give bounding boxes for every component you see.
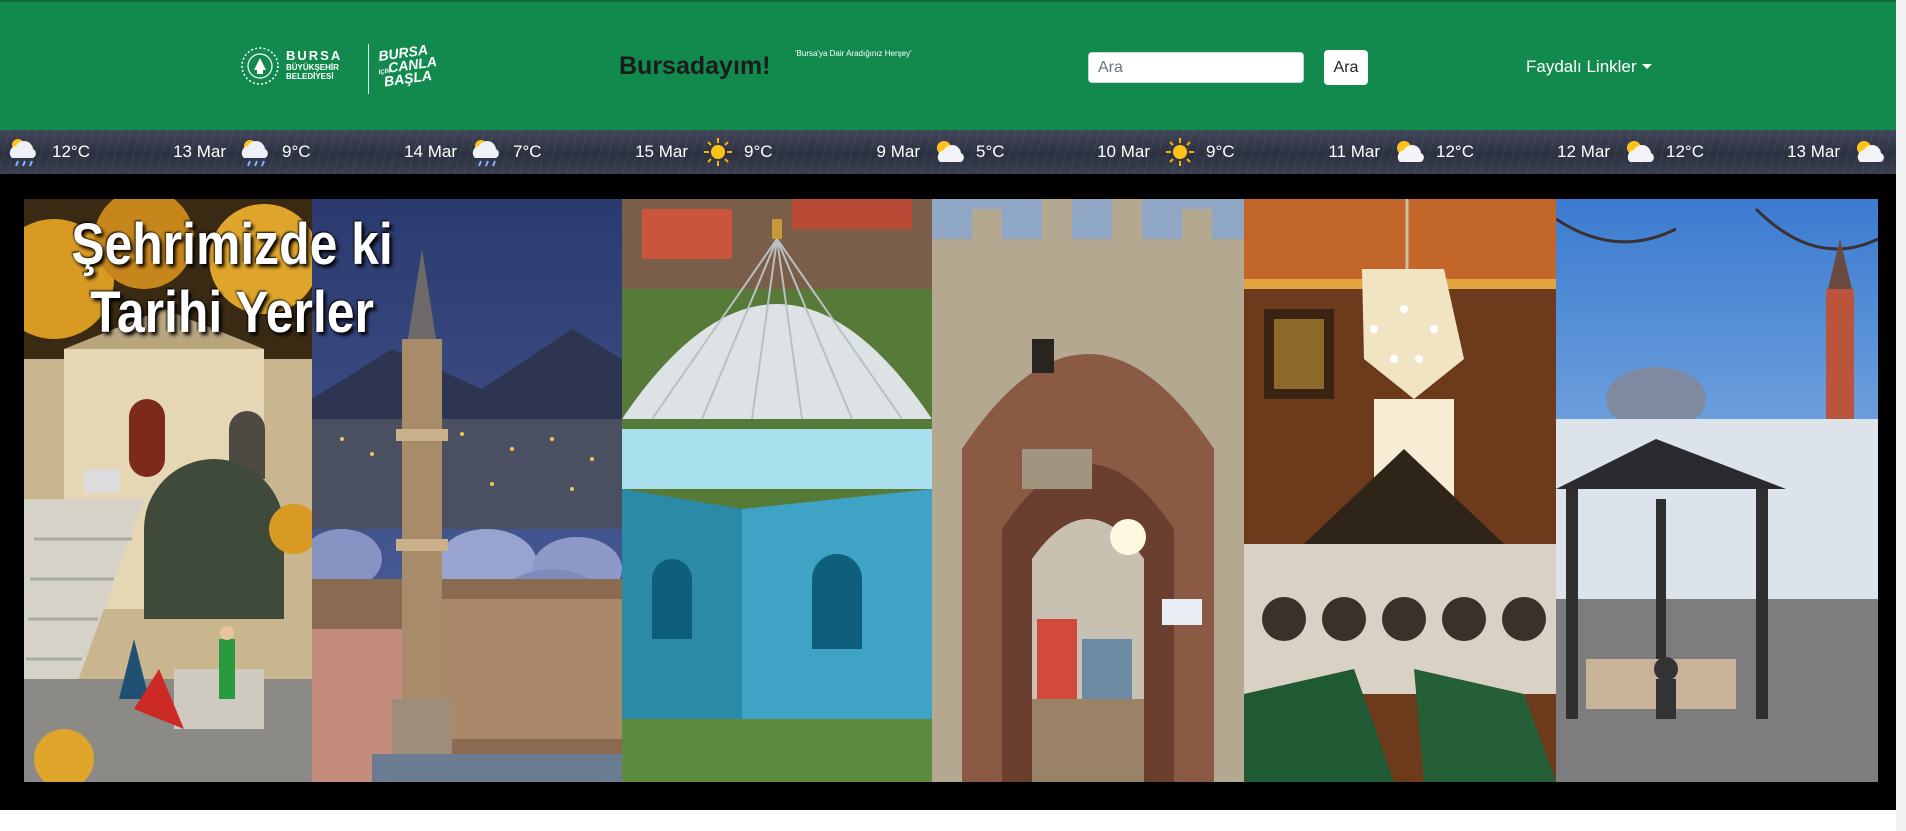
weather-date: 13 Mar	[1787, 142, 1840, 161]
site-brand[interactable]: Bursadayım!	[619, 52, 770, 81]
cloud-sun-icon	[1390, 136, 1430, 168]
bursa-seal-icon	[241, 47, 279, 85]
useful-links-label: Faydalı Linkler	[1526, 57, 1637, 76]
cloud-sun-icon	[1850, 136, 1890, 168]
caret-down-icon	[1641, 64, 1652, 69]
search-button[interactable]: Ara	[1324, 50, 1368, 85]
logo-slogan: BURSA İÇİN CANLA BAŞLA	[377, 41, 440, 89]
search-input[interactable]	[1088, 52, 1304, 83]
page-scrollbar[interactable]	[1896, 0, 1906, 831]
weather-date: 14 Mar	[404, 142, 457, 161]
cloud-sun-rain-icon	[467, 136, 507, 168]
weather-date: 15 Mar	[635, 142, 688, 161]
cloud-sun-icon	[930, 136, 970, 168]
weather-date: 12 Mar	[1557, 142, 1610, 161]
green-tomb-illustration	[622, 199, 932, 782]
weather-date: 13 Mar	[173, 142, 226, 161]
weather-date: 11 Mar	[1328, 142, 1380, 161]
weather-temp: 7°C	[513, 142, 542, 161]
hero-banner: Şehrimizde ki Tarihi Yerler	[0, 174, 1906, 810]
sun-icon	[698, 136, 738, 168]
weather-temp: 9°C	[1206, 142, 1235, 161]
logo-divider	[368, 44, 369, 94]
logo-org-name: BURSA	[286, 48, 343, 63]
cloud-rain-icon	[6, 136, 46, 168]
fountain-illustration	[1556, 199, 1878, 782]
hero-title-line-1: Şehrimizde ki	[71, 212, 393, 277]
hero-collage[interactable]: Şehrimizde ki Tarihi Yerler	[24, 199, 1878, 782]
photo-stone-castle-gate	[932, 199, 1244, 782]
weather-temp: 12°C	[1436, 142, 1474, 161]
weather-temp: 12°C	[1666, 142, 1704, 161]
weather-temp: 5°C	[976, 142, 1005, 161]
weather-temp: 9°C	[282, 142, 311, 161]
slogan-small: İÇİN	[378, 68, 392, 77]
weather-temp: 9°C	[744, 142, 773, 161]
cloud-sun-rain-icon	[236, 136, 276, 168]
weather-temp: 12°C	[52, 142, 90, 161]
photo-mosque-fountain-courtyard	[1556, 199, 1878, 782]
site-tagline: 'Bursa'ya Dair Aradığınız Herşey'	[795, 49, 912, 58]
sun-icon	[1160, 136, 1200, 168]
bursa-municipality-logo[interactable]: BURSA BÜYÜKŞEHİR BELEDİYESİ BURSA İÇİN C…	[240, 40, 460, 96]
useful-links-dropdown[interactable]: Faydalı Linkler	[1526, 57, 1652, 77]
weather-date: 10 Mar	[1097, 142, 1150, 161]
weather-date: 9 Mar	[876, 142, 920, 161]
logo-org-subtitle: BÜYÜKŞEHİR BELEDİYESİ	[286, 63, 339, 81]
photo-tomb-interior-chandelier	[1244, 199, 1556, 782]
hero-title-line-2: Tarihi Yerler	[90, 280, 374, 345]
top-navbar: BURSA BÜYÜKŞEHİR BELEDİYESİ BURSA İÇİN C…	[0, 0, 1906, 130]
photo-green-tomb-dome	[622, 199, 932, 782]
castle-gate-illustration	[932, 199, 1244, 782]
cloud-sun-icon	[1620, 136, 1660, 168]
weather-ticker: r12°C13 Mar9°C14 Mar7°C15 Mar9°C9 Mar5°C…	[0, 130, 1906, 174]
tomb-interior-illustration	[1244, 199, 1556, 782]
hero-title: Şehrimizde ki Tarihi Yerler	[60, 211, 404, 347]
